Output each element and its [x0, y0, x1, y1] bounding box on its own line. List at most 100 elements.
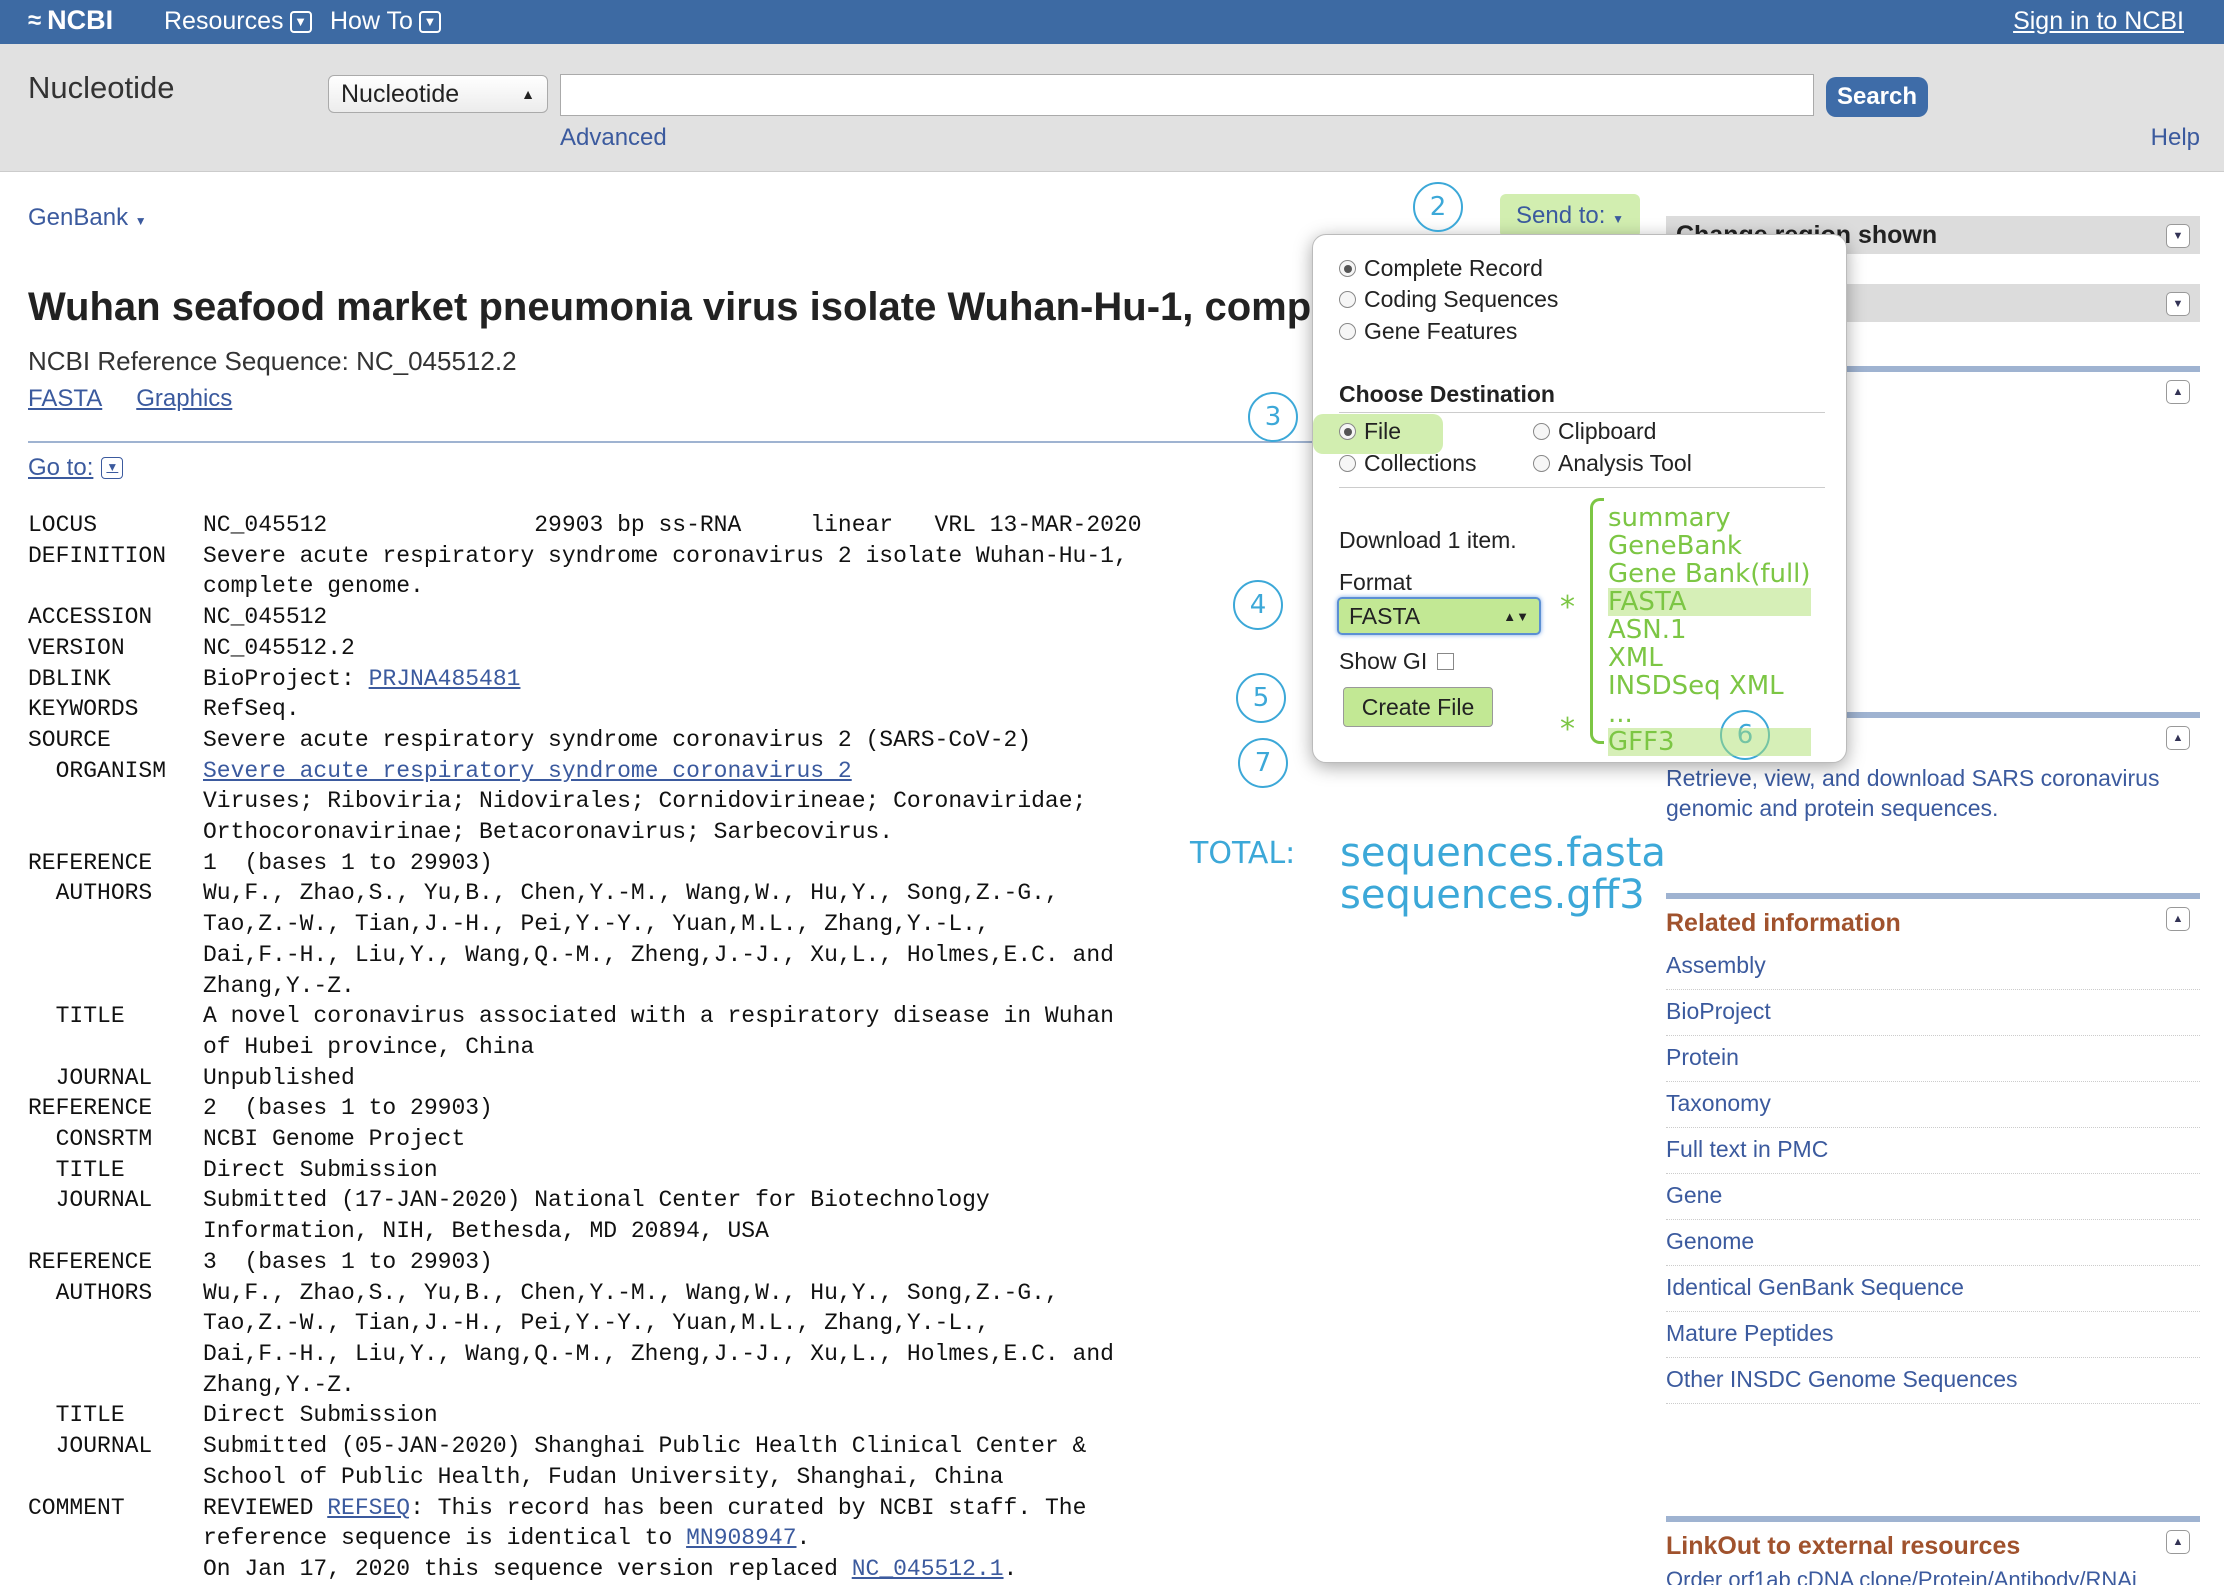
- related-link[interactable]: Identical GenBank Sequence: [1666, 1266, 2200, 1312]
- flatfile-row: of Hubei province, China: [28, 1032, 1142, 1063]
- flatfile-row: DBLINK BioProject: PRJNA485481: [28, 664, 1142, 695]
- format-option-note: XML: [1608, 643, 1663, 673]
- field-value: REVIEWED: [203, 1494, 328, 1521]
- chevron-down-icon[interactable]: ▼: [2166, 224, 2190, 248]
- advanced-search-link[interactable]: Advanced: [560, 124, 667, 152]
- format-option-note: Gene Bank(full): [1608, 559, 1811, 589]
- select-arrows-icon: ▲▼: [1503, 608, 1529, 624]
- chevron-up-icon[interactable]: ▲: [2166, 1530, 2190, 1554]
- format-select[interactable]: FASTA ▲▼: [1337, 597, 1541, 635]
- chevron-up-icon[interactable]: ▲: [2166, 726, 2190, 750]
- flatfile-row: Dai,F.-H., Liu,Y., Wang,Q.-M., Zheng,J.-…: [28, 1339, 1142, 1370]
- record-link[interactable]: PRJNA485481: [369, 664, 521, 695]
- field-value: Zhang,Y.-Z.: [203, 1371, 355, 1398]
- page-title: Wuhan seafood market pneumonia virus iso…: [28, 285, 1318, 329]
- resources-menu[interactable]: Resources ▼: [164, 7, 312, 36]
- related-link[interactable]: Full text in PMC: [1666, 1128, 2200, 1174]
- field-key: JOURNAL: [28, 1187, 153, 1214]
- caret-down-icon: ▼: [1612, 212, 1624, 226]
- show-gi-option[interactable]: Show GI: [1339, 648, 1455, 675]
- field-value: .: [1003, 1555, 1018, 1582]
- related-information-panel: Related information ▲ Assembly BioProject…: [1666, 893, 2200, 1404]
- star-annotation: *: [1560, 590, 1575, 625]
- database-select[interactable]: Nucleotide ▲: [328, 75, 548, 113]
- field-value: of Hubei province, China: [203, 1033, 535, 1060]
- field-key: [28, 1554, 203, 1585]
- related-link[interactable]: Gene: [1666, 1174, 2200, 1220]
- fasta-link[interactable]: FASTA: [28, 385, 102, 413]
- genbank-flatfile: LOCUS NC_045512 29903 bp ss-RNA linear VR…: [28, 510, 1142, 1585]
- divider: [28, 441, 1318, 443]
- checkbox[interactable]: [1437, 653, 1455, 670]
- create-file-button[interactable]: Create File: [1343, 687, 1493, 727]
- record-link[interactable]: NC_045512.1: [852, 1554, 1004, 1585]
- related-link[interactable]: Mature Peptides: [1666, 1312, 2200, 1358]
- radio-icon: [1339, 455, 1356, 472]
- field-key: TITLE: [28, 1156, 125, 1183]
- coding-sequences-radio[interactable]: Coding Sequences: [1339, 286, 1558, 313]
- chevron-up-icon[interactable]: ▲: [2166, 380, 2190, 404]
- related-list: Assembly BioProject Protein Taxonomy Full te…: [1666, 944, 2200, 1404]
- linkout-panel: LinkOut to external resources ▲ Order or…: [1666, 1516, 2200, 1585]
- ncbi-logo[interactable]: ≈ NCBI: [28, 5, 113, 36]
- related-link[interactable]: Taxonomy: [1666, 1082, 2200, 1128]
- help-link[interactable]: Help: [2151, 124, 2200, 152]
- collections-radio[interactable]: Collections: [1339, 450, 1477, 477]
- step-7-annotation: 7: [1238, 738, 1288, 788]
- related-link[interactable]: Other INSDC Genome Sequences: [1666, 1358, 2200, 1404]
- flatfile-row: ORGANISM Severe acute respiratory syndrom…: [28, 756, 1142, 787]
- record-link[interactable]: Severe acute respiratory syndrome corona…: [203, 756, 852, 787]
- format-bracket: [1590, 498, 1604, 744]
- record-link[interactable]: REFSEQ: [327, 1493, 410, 1524]
- choose-destination-heading: Choose Destination: [1339, 381, 1555, 407]
- send-to-menu[interactable]: Send to: ▼: [1500, 194, 1640, 238]
- field-key: ORGANISM: [28, 757, 167, 784]
- chevron-down-icon[interactable]: ▼: [2166, 292, 2190, 316]
- field-value: Severe acute respiratory syndrome corona…: [203, 542, 1128, 569]
- format-option-note: summary: [1608, 503, 1731, 533]
- flatfile-row: CONSRTM NCBI Genome Project: [28, 1124, 1142, 1155]
- field-value: Orthocoronavirinae; Betacoronavirus; Sar…: [203, 819, 894, 846]
- field-key: REFERENCE: [28, 849, 153, 876]
- related-link[interactable]: Protein: [1666, 1036, 2200, 1082]
- related-link[interactable]: BioProject: [1666, 990, 2200, 1036]
- field-key: TITLE: [28, 1003, 125, 1030]
- gene-features-radio[interactable]: Gene Features: [1339, 318, 1517, 345]
- complete-record-radio[interactable]: Complete Record: [1339, 255, 1543, 282]
- format-option-note: INSDSeq XML: [1608, 671, 1784, 701]
- format-label: Format: [1339, 569, 1412, 595]
- record-link[interactable]: MN908947: [686, 1523, 796, 1554]
- caret-down-icon: ▼: [134, 214, 147, 228]
- format-menu[interactable]: GenBank ▼: [28, 204, 147, 232]
- field-key: AUTHORS: [28, 880, 153, 907]
- flatfile-row: AUTHORS Wu,F., Zhao,S., Yu,B., Chen,Y.-M.…: [28, 1278, 1142, 1309]
- clipboard-radio[interactable]: Clipboard: [1533, 418, 1656, 445]
- format-options-annotation: summary GeneBank Gene Bank(full) FASTA ASN.1…: [1608, 504, 1811, 756]
- linkout-link[interactable]: Order orf1ab cDNA clone/Protein/Antibody…: [1666, 1567, 2200, 1585]
- virus-resource-link[interactable]: Retrieve, view, and download SARS corona…: [1666, 763, 2200, 823]
- chevron-down-icon: ▼: [418, 10, 441, 33]
- search-input[interactable]: [560, 74, 1814, 116]
- related-link[interactable]: Assembly: [1666, 944, 2200, 990]
- field-value: NCBI Genome Project: [203, 1126, 466, 1153]
- field-key: [28, 909, 203, 940]
- field-key: [28, 1032, 203, 1063]
- graphics-link[interactable]: Graphics: [136, 385, 232, 413]
- refseq-id: NCBI Reference Sequence: NC_045512.2: [28, 346, 517, 376]
- flatfile-row: JOURNAL Unpublished: [28, 1063, 1142, 1094]
- file-radio[interactable]: File: [1339, 418, 1401, 445]
- format-option-note: ...: [1608, 699, 1633, 729]
- chevron-up-icon[interactable]: ▲: [2166, 907, 2190, 931]
- dna-icon: ≈: [28, 6, 42, 34]
- flatfile-row: Zhang,Y.-Z.: [28, 971, 1142, 1002]
- how-to-menu[interactable]: How To ▼: [330, 7, 441, 36]
- related-link[interactable]: Genome: [1666, 1220, 2200, 1266]
- analysis-tool-radio[interactable]: Analysis Tool: [1533, 450, 1692, 477]
- star-annotation: *: [1560, 712, 1575, 747]
- goto-menu[interactable]: Go to: ▼: [28, 454, 124, 482]
- search-button[interactable]: Search: [1826, 77, 1928, 117]
- flatfile-row: complete genome.: [28, 571, 1142, 602]
- flatfile-row: TITLE Direct Submission: [28, 1400, 1142, 1431]
- sign-in-link[interactable]: Sign in to NCBI: [2013, 7, 2184, 36]
- output-file: sequences.fasta: [1340, 830, 1666, 876]
